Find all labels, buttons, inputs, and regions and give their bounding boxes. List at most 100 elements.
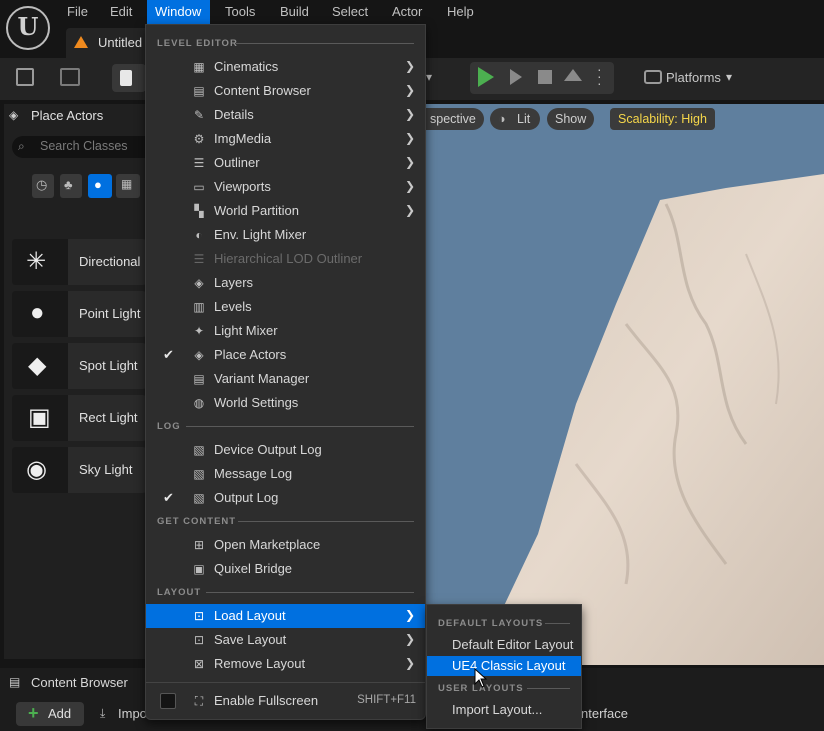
menu-item-output-log[interactable]: ✔ ▧ Output Log bbox=[146, 486, 425, 510]
mode-selector-button[interactable] bbox=[112, 64, 146, 92]
stop-icon[interactable] bbox=[538, 70, 552, 84]
actor-item-directional-light[interactable]: ✳ Directional bbox=[12, 239, 146, 285]
section-divider bbox=[238, 521, 414, 522]
menu-item-light-mixer[interactable]: ✦ Light Mixer bbox=[146, 319, 425, 343]
menu-item-place-actors[interactable]: ✔ ◈ Place Actors bbox=[146, 343, 425, 367]
layout-label: Import Layout... bbox=[452, 702, 543, 717]
chevron-right-icon: ❯ bbox=[404, 632, 415, 646]
add-label: Add bbox=[48, 706, 72, 721]
place-actors-icon: ◈ bbox=[9, 108, 19, 122]
layout-default-editor[interactable]: Default Editor Layout bbox=[427, 635, 581, 655]
browse-icon[interactable] bbox=[60, 68, 80, 86]
menu-item-world-settings[interactable]: ◍ World Settings bbox=[146, 391, 425, 415]
section-divider bbox=[146, 682, 425, 683]
menu-item-content-browser[interactable]: ▤ Content Browser ❯ bbox=[146, 79, 425, 103]
chevron-right-icon: ❯ bbox=[404, 83, 415, 97]
lit-label: Lit bbox=[517, 112, 531, 126]
load-layout-submenu: DEFAULT LAYOUTS Default Editor Layout UE… bbox=[426, 604, 582, 729]
panel-title: Place Actors bbox=[31, 108, 104, 123]
checkmark-icon: ✔ bbox=[163, 490, 174, 505]
eject-icon[interactable] bbox=[564, 69, 582, 81]
layers-icon: ◈ bbox=[194, 276, 204, 290]
point-light-icon: ● bbox=[30, 299, 45, 326]
menu-tools[interactable]: Tools bbox=[217, 0, 263, 24]
menu-actor[interactable]: Actor bbox=[384, 0, 430, 24]
menu-build[interactable]: Build bbox=[272, 0, 317, 24]
actor-item-point-light[interactable]: ● Point Light bbox=[12, 291, 146, 337]
chevron-right-icon: ❯ bbox=[404, 203, 415, 217]
menu-item-open-marketplace[interactable]: ⊞ Open Marketplace bbox=[146, 533, 425, 557]
chevron-right-icon: ❯ bbox=[404, 656, 415, 670]
imgmedia-icon: ⚙ bbox=[193, 132, 205, 146]
menu-item-levels[interactable]: ▥ Levels bbox=[146, 295, 425, 319]
save-icon[interactable] bbox=[16, 68, 34, 86]
menu-item-label: Output Log bbox=[214, 490, 279, 505]
menu-item-load-layout[interactable]: ⊡ Load Layout ❯ bbox=[146, 604, 425, 628]
actor-label: Sky Light bbox=[79, 462, 133, 477]
chevron-down-icon[interactable]: ▾ bbox=[426, 70, 432, 84]
basic-filter-button[interactable]: ♣ bbox=[60, 174, 82, 198]
recent-filter-button[interactable]: ◷ bbox=[32, 174, 54, 198]
menu-edit[interactable]: Edit bbox=[102, 0, 140, 24]
content-browser-title[interactable]: Content Browser bbox=[31, 675, 128, 690]
actor-item-spot-light[interactable]: ◆ Spot Light bbox=[12, 343, 146, 389]
actor-item-rect-light[interactable]: ▣ Rect Light bbox=[12, 395, 146, 441]
menu-item-cinematics[interactable]: ▦ Cinematics ❯ bbox=[146, 55, 425, 79]
menu-item-world-partition[interactable]: ▚ World Partition ❯ bbox=[146, 199, 425, 223]
lit-button[interactable]: ◑ Lit bbox=[490, 108, 540, 130]
play-icon[interactable] bbox=[478, 67, 494, 87]
menu-item-quixel-bridge[interactable]: ▣ Quixel Bridge bbox=[146, 557, 425, 581]
menu-item-viewports[interactable]: ▭ Viewports ❯ bbox=[146, 175, 425, 199]
section-get-content: GET CONTENT bbox=[157, 516, 237, 527]
unreal-logo-glyph: U bbox=[17, 12, 39, 41]
menu-item-layers[interactable]: ◈ Layers bbox=[146, 271, 425, 295]
add-button[interactable]: + Add bbox=[16, 702, 84, 726]
load-layout-icon: ⊡ bbox=[193, 609, 205, 623]
platforms-button[interactable]: Platforms bbox=[666, 70, 721, 85]
scalability-button[interactable]: Scalability: High bbox=[610, 108, 715, 130]
menu-item-label: World Settings bbox=[214, 395, 299, 410]
import-layout-item[interactable]: Import Layout... bbox=[427, 700, 581, 720]
menu-item-variant-manager[interactable]: ▤ Variant Manager bbox=[146, 367, 425, 391]
fullscreen-checkbox[interactable] bbox=[160, 693, 176, 709]
menu-item-details[interactable]: ✎ Details ❯ bbox=[146, 103, 425, 127]
message-log-icon: ▧ bbox=[193, 467, 205, 481]
actor-item-sky-light[interactable]: ◉ Sky Light bbox=[12, 447, 146, 493]
more-options-icon[interactable]: · · · bbox=[597, 62, 602, 90]
search-input[interactable]: ⌕ Search Classes bbox=[12, 136, 146, 158]
show-button[interactable]: Show bbox=[547, 108, 595, 130]
terrain-render bbox=[476, 174, 824, 665]
thumbnail: ✳ bbox=[12, 239, 68, 285]
menu-help[interactable]: Help bbox=[439, 0, 482, 24]
menu-item-env-light-mixer[interactable]: ◐ Env. Light Mixer bbox=[146, 223, 425, 247]
level-viewport[interactable] bbox=[426, 104, 824, 665]
cinematic-filter-button[interactable]: ▦ bbox=[116, 174, 140, 198]
actor-label: Rect Light bbox=[79, 410, 138, 425]
place-actors-icon: ◈ bbox=[194, 348, 204, 362]
menu-window[interactable]: Window bbox=[147, 0, 210, 24]
menu-item-label: Enable Fullscreen bbox=[214, 693, 319, 708]
step-icon[interactable] bbox=[510, 69, 522, 85]
fullscreen-icon: ⛶ bbox=[194, 694, 204, 708]
cinematics-icon: ▦ bbox=[193, 60, 205, 74]
menu-item-device-output-log[interactable]: ▧ Device Output Log bbox=[146, 438, 425, 462]
thumbnail: ◉ bbox=[12, 447, 68, 493]
menu-item-label: Env. Light Mixer bbox=[214, 227, 307, 242]
menu-item-remove-layout[interactable]: ⊠ Remove Layout ❯ bbox=[146, 652, 425, 676]
menu-select[interactable]: Select bbox=[324, 0, 376, 24]
menu-item-label: ImgMedia bbox=[214, 131, 272, 146]
menu-item-imgmedia[interactable]: ⚙ ImgMedia ❯ bbox=[146, 127, 425, 151]
lit-icon: ◑ bbox=[498, 112, 506, 126]
import-button[interactable]: Impo bbox=[118, 706, 147, 721]
thumbnail: ◆ bbox=[12, 343, 68, 389]
checkmark-icon: ✔ bbox=[163, 347, 174, 362]
menu-item-enable-fullscreen[interactable]: ⛶ Enable Fullscreen SHIFT+F11 bbox=[146, 689, 425, 713]
menu-item-save-layout[interactable]: ⊡ Save Layout ❯ bbox=[146, 628, 425, 652]
menu-item-outliner[interactable]: ☰ Outliner ❯ bbox=[146, 151, 425, 175]
section-log: LOG bbox=[157, 421, 181, 432]
menu-file[interactable]: File bbox=[59, 0, 96, 24]
world-settings-icon: ◍ bbox=[193, 396, 205, 410]
layout-ue4-classic[interactable]: UE4 Classic Layout bbox=[427, 656, 581, 676]
lights-filter-button[interactable]: ● bbox=[88, 174, 112, 198]
menu-item-message-log[interactable]: ▧ Message Log bbox=[146, 462, 425, 486]
